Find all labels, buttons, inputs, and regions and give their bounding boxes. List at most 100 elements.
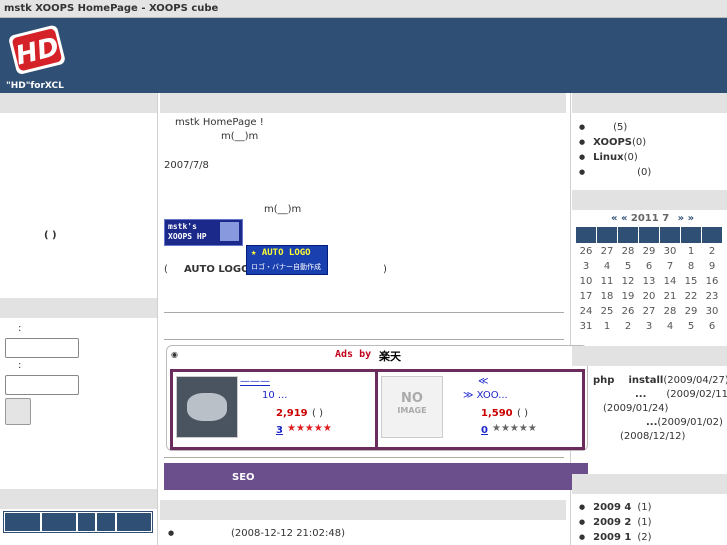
calendar-day[interactable]: 6 <box>639 259 660 274</box>
calendar-day[interactable]: 11 <box>597 274 618 289</box>
calendar-day[interactable]: 27 <box>639 304 660 319</box>
left-menu-bar <box>3 511 153 533</box>
hd-logo[interactable]: HD "HD"forXCL <box>6 22 74 92</box>
left-menu-item[interactable] <box>5 513 40 531</box>
calendar-day[interactable]: 25 <box>597 304 618 319</box>
calendar-week-row: 24 25 26 27 28 29 30 <box>576 304 723 319</box>
rakuten-brand[interactable]: 楽天 <box>379 348 401 364</box>
calendar-day[interactable]: 29 <box>639 244 660 260</box>
calendar-day[interactable]: 23 <box>702 289 723 304</box>
category-item[interactable]: (0) <box>579 165 651 180</box>
calendar-day[interactable]: 6 <box>702 319 723 334</box>
calendar-day[interactable]: 28 <box>660 304 681 319</box>
window-title: mstk XOOPS HomePage - XOOPS cube <box>0 0 727 18</box>
recent-block-header <box>572 346 727 366</box>
calendar-day[interactable]: 30 <box>660 244 681 260</box>
password-input[interactable] <box>5 375 79 395</box>
ad-1-price: 2,919 <box>276 408 308 419</box>
calendar-week-row: 17 18 19 20 21 22 23 <box>576 289 723 304</box>
calendar-day[interactable]: 4 <box>597 259 618 274</box>
calendar-day[interactable]: 30 <box>702 304 723 319</box>
archive-list: 2009 4(1) 2009 2(1) 2009 1(2) <box>579 500 651 545</box>
divider <box>164 312 564 313</box>
calendar-day[interactable]: 18 <box>597 289 618 304</box>
category-block-header <box>572 93 727 113</box>
calendar-day[interactable]: 4 <box>660 319 681 334</box>
username-input[interactable] <box>5 338 79 358</box>
ad-1-link-2[interactable]: 10 ... <box>262 390 287 401</box>
calendar-day[interactable]: 16 <box>702 274 723 289</box>
left-menu-item[interactable] <box>78 513 96 531</box>
calendar-day[interactable]: 26 <box>576 244 597 260</box>
category-item[interactable]: Linux(0) <box>579 150 651 165</box>
calendar-day[interactable]: 22 <box>681 289 702 304</box>
calendar-day[interactable]: 29 <box>681 304 702 319</box>
left-menu-item[interactable] <box>41 513 76 531</box>
calendar-day[interactable]: 19 <box>618 289 639 304</box>
calendar-day[interactable]: 31 <box>576 319 597 334</box>
calendar-day[interactable]: 28 <box>618 244 639 260</box>
ad-card-1[interactable]: ——— 10 ... 2,919 ( ) 3 ★★★★★ <box>170 369 380 450</box>
calendar-day[interactable]: 2 <box>702 244 723 260</box>
recent-item[interactable]: ...(2009/01/02) <box>573 416 727 430</box>
ad-card-2[interactable]: NO IMAGE ≪ ≫ XOO... 1,590 ( ) 0 ★★★★★ <box>375 369 585 450</box>
calendar-day[interactable]: 20 <box>639 289 660 304</box>
ad-1-link-1[interactable]: ——— <box>240 376 270 387</box>
calendar-day[interactable]: 13 <box>639 274 660 289</box>
calendar-day[interactable]: 14 <box>660 274 681 289</box>
recent-item[interactable]: (2008/12/12) <box>573 430 727 444</box>
calendar-day[interactable]: 26 <box>618 304 639 319</box>
calendar-day[interactable]: 27 <box>597 244 618 260</box>
calendar-nav: « « 2011 7 » » <box>611 213 694 224</box>
recent-item[interactable]: ... (2009/02/11) <box>573 388 727 402</box>
mstk-banner[interactable]: mstk's XOOPS HP <box>164 219 243 246</box>
calendar-day[interactable]: 5 <box>618 259 639 274</box>
calendar-day[interactable]: 1 <box>597 319 618 334</box>
divider <box>164 339 564 340</box>
calendar-day[interactable]: 10 <box>576 274 597 289</box>
recent-item[interactable]: php install(2009/04/27) <box>573 374 727 388</box>
archive-block-header <box>572 474 727 494</box>
calendar-day[interactable]: 7 <box>660 259 681 274</box>
calendar-block-header <box>572 190 727 210</box>
calendar-day[interactable]: 17 <box>576 289 597 304</box>
calendar-day[interactable]: 3 <box>576 259 597 274</box>
calendar-day[interactable]: 3 <box>639 319 660 334</box>
calendar-day[interactable]: 8 <box>681 259 702 274</box>
calendar-day[interactable]: 2 <box>618 319 639 334</box>
ad-1-image[interactable] <box>176 376 238 438</box>
calendar-day[interactable]: 5 <box>681 319 702 334</box>
calendar-prev[interactable]: « « <box>611 213 627 224</box>
left-block-header-3 <box>0 489 157 509</box>
seo-bar[interactable]: SEO <box>164 463 588 490</box>
autologo-banner[interactable]: ★ AUTO LOGO ロゴ・バナー自動作成 <box>246 245 328 275</box>
main-bottom-list-item[interactable] <box>168 528 182 539</box>
calendar-day[interactable]: 12 <box>618 274 639 289</box>
category-item[interactable]: XOOPS(0) <box>579 135 651 150</box>
calendar-day[interactable]: 15 <box>681 274 702 289</box>
calendar-day[interactable]: 21 <box>660 289 681 304</box>
category-item[interactable]: (5) <box>579 120 651 135</box>
ad-2-link-2[interactable]: ≫ XOO... <box>463 390 508 401</box>
calendar-day[interactable]: 1 <box>681 244 702 260</box>
calendar-week-row: 26 27 28 29 30 1 2 <box>576 244 723 260</box>
recent-item[interactable]: (2009/01/24) <box>573 402 727 416</box>
archive-item[interactable]: 2009 2(1) <box>579 515 651 530</box>
main-bottom-item-date: (2008-12-12 21:02:48) <box>231 528 346 539</box>
noimage-text-1: NO <box>401 391 423 406</box>
calendar-table: 26 27 28 29 30 1 2 3 4 5 6 7 8 9 10 11 12 13 14 15 16 17 18 19 2… <box>575 226 723 334</box>
ad-1-review-count[interactable]: 3 <box>276 425 283 436</box>
ad-2-review-count[interactable]: 0 <box>481 425 488 436</box>
left-menu-item[interactable] <box>97 513 115 531</box>
ad-2-link-1[interactable]: ≪ <box>478 376 488 387</box>
left-menu-item[interactable] <box>116 513 151 531</box>
archive-item[interactable]: 2009 1(2) <box>579 530 651 545</box>
calendar-day[interactable]: 24 <box>576 304 597 319</box>
calendar-week-row: 3456789 <box>576 259 723 274</box>
calendar-day[interactable]: 9 <box>702 259 723 274</box>
archive-item[interactable]: 2009 4(1) <box>579 500 651 515</box>
calendar-next[interactable]: » » <box>678 213 694 224</box>
banner-text-bottom: XOOPS HP <box>168 232 207 241</box>
ad-2-noimage[interactable]: NO IMAGE <box>381 376 443 438</box>
login-button[interactable] <box>5 398 31 425</box>
